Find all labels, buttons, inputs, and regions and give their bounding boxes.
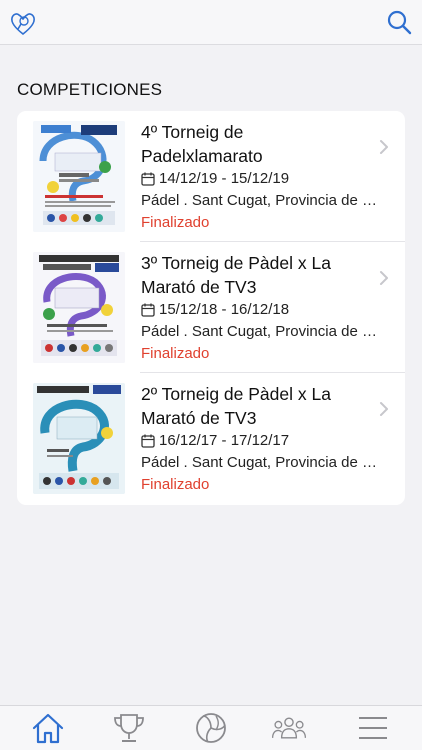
competition-row[interactable]: 4º Torneig de Padelxlamarato 14/12/19 - …	[17, 111, 405, 242]
competition-title: 3º Torneig de Pàdel x La Marató de TV3	[141, 253, 331, 297]
search-icon[interactable]	[386, 9, 412, 35]
competition-status: Finalizado	[141, 345, 210, 362]
home-icon	[32, 713, 64, 744]
chevron-right-icon	[380, 140, 388, 154]
section-title: COMPETICIONES	[17, 80, 163, 99]
competition-poster-image	[33, 121, 125, 232]
tab-sports[interactable]	[193, 711, 229, 745]
heart-paddle-logo-icon[interactable]	[8, 8, 38, 38]
competition-location: Pádel . Sant Cugat, Provincia de Barcelo…	[141, 192, 385, 209]
volleyball-icon	[196, 713, 226, 743]
competitions-list: 4º Torneig de Padelxlamarato 14/12/19 - …	[17, 111, 405, 505]
tab-home[interactable]	[30, 711, 66, 745]
competition-dates: 16/12/17 - 17/12/17	[141, 430, 385, 452]
calendar-icon	[141, 434, 155, 448]
tab-community[interactable]	[271, 711, 307, 745]
tab-menu[interactable]	[355, 711, 391, 745]
tab-competitions[interactable]	[111, 711, 147, 745]
competition-title: 2º Torneig de Pàdel x La Marató de TV3	[141, 384, 331, 428]
competition-location: Pádel . Sant Cugat, Provincia de Barcelo…	[141, 454, 385, 471]
competition-poster-image	[33, 383, 125, 494]
competition-status: Finalizado	[141, 476, 210, 493]
calendar-icon	[141, 303, 155, 317]
trophy-icon	[114, 714, 144, 742]
chevron-right-icon	[380, 402, 388, 416]
competition-dates: 15/12/18 - 16/12/18	[141, 299, 385, 321]
competition-dates: 14/12/19 - 15/12/19	[141, 168, 385, 190]
competition-row[interactable]: 3º Torneig de Pàdel x La Marató de TV3 1…	[17, 242, 405, 373]
competition-status: Finalizado	[141, 214, 210, 231]
competition-title: 4º Torneig de Padelxlamarato	[141, 122, 263, 166]
tab-bar	[0, 705, 422, 750]
chevron-right-icon	[380, 271, 388, 285]
calendar-icon	[141, 172, 155, 186]
top-bar	[0, 0, 422, 45]
competition-location: Pádel . Sant Cugat, Provincia de Barcelo…	[141, 323, 385, 340]
competition-poster-image	[33, 252, 125, 363]
menu-icon	[359, 717, 387, 739]
competition-row[interactable]: 2º Torneig de Pàdel x La Marató de TV3 1…	[17, 373, 405, 504]
group-icon	[271, 717, 307, 739]
